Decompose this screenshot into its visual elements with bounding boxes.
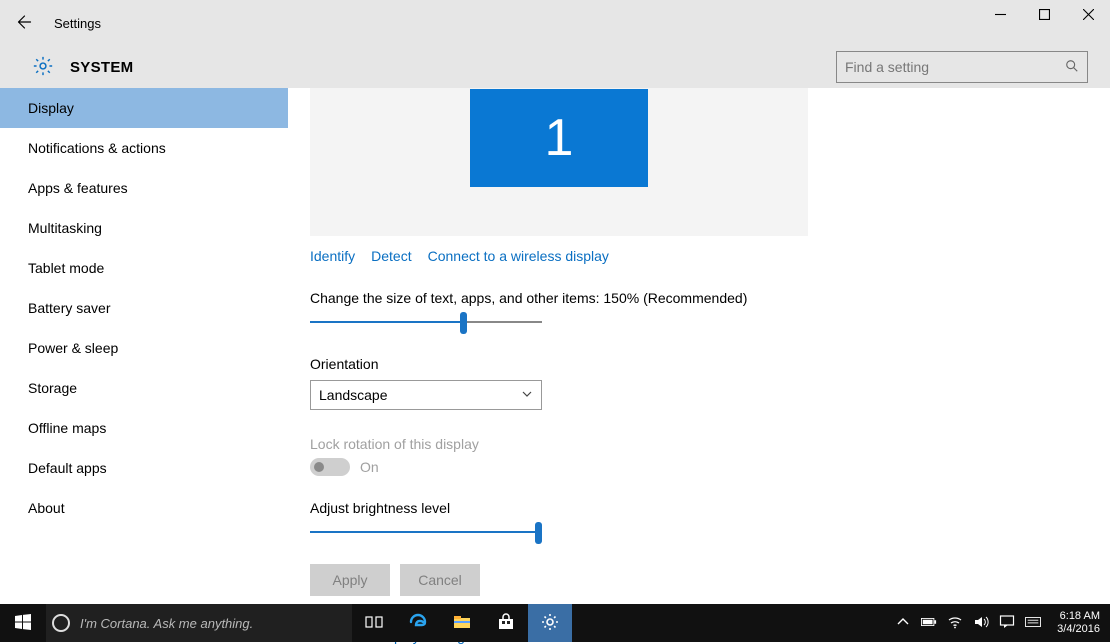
cortana-placeholder: I'm Cortana. Ask me anything. (80, 616, 253, 631)
sidebar-item-storage[interactable]: Storage (0, 368, 288, 408)
slider-thumb[interactable] (535, 522, 542, 544)
sidebar-item-notifications[interactable]: Notifications & actions (0, 128, 288, 168)
sidebar-item-label: Multitasking (28, 220, 102, 236)
content: 1 Identify Detect Connect to a wireless … (288, 88, 1110, 582)
taskbar-app-explorer[interactable] (440, 604, 484, 642)
apply-button[interactable]: Apply (310, 564, 390, 596)
action-center-icon[interactable] (999, 614, 1015, 633)
minimize-icon (995, 7, 1006, 23)
monitor-tile[interactable]: 1 (470, 89, 648, 187)
window-controls (978, 0, 1110, 30)
wifi-icon[interactable] (947, 614, 963, 633)
clock-time: 6:18 AM (1057, 610, 1100, 623)
cancel-button[interactable]: Cancel (400, 564, 480, 596)
sidebar-item-label: Tablet mode (28, 260, 104, 276)
search-box[interactable] (836, 51, 1088, 83)
search-input[interactable] (845, 59, 1065, 75)
wireless-display-link[interactable]: Connect to a wireless display (428, 248, 609, 264)
taskbar-app-store[interactable] (484, 604, 528, 642)
clock-date: 3/4/2016 (1057, 623, 1100, 636)
identify-link[interactable]: Identify (310, 248, 355, 264)
sidebar-item-label: About (28, 500, 65, 516)
tray-chevron-up-icon[interactable] (895, 614, 911, 633)
sidebar-item-about[interactable]: About (0, 488, 288, 528)
gear-icon (540, 612, 560, 635)
window-title: Settings (54, 16, 101, 31)
sidebar-item-multitasking[interactable]: Multitasking (0, 208, 288, 248)
orientation-label: Orientation (310, 356, 1110, 372)
minimize-button[interactable] (978, 0, 1022, 30)
slider-fill (310, 321, 463, 323)
battery-icon[interactable] (921, 614, 937, 633)
cortana-icon (52, 614, 70, 632)
detect-link[interactable]: Detect (371, 248, 411, 264)
sidebar-item-offline-maps[interactable]: Offline maps (0, 408, 288, 448)
apply-label: Apply (332, 572, 367, 588)
system-tray: 6:18 AM 3/4/2016 (895, 604, 1110, 642)
maximize-button[interactable] (1022, 0, 1066, 30)
arrow-left-icon (14, 13, 32, 34)
cancel-label: Cancel (418, 572, 462, 588)
sidebar-item-power[interactable]: Power & sleep (0, 328, 288, 368)
sidebar-item-tablet-mode[interactable]: Tablet mode (0, 248, 288, 288)
cortana-search[interactable]: I'm Cortana. Ask me anything. (46, 604, 352, 642)
clock[interactable]: 6:18 AM 3/4/2016 (1051, 610, 1100, 636)
lock-rotation-toggle[interactable] (310, 458, 350, 476)
edge-icon (408, 612, 428, 635)
brightness-slider[interactable] (310, 524, 542, 542)
scale-slider[interactable] (310, 314, 542, 332)
back-button[interactable] (0, 0, 46, 46)
display-preview: 1 (310, 88, 808, 236)
sidebar-item-display[interactable]: Display (0, 88, 288, 128)
sidebar-item-default-apps[interactable]: Default apps (0, 448, 288, 488)
chevron-down-icon (521, 387, 533, 403)
task-view-icon (364, 612, 384, 635)
store-icon (496, 612, 516, 635)
brightness-label: Adjust brightness level (310, 500, 1110, 516)
sidebar-item-battery[interactable]: Battery saver (0, 288, 288, 328)
orientation-value: Landscape (319, 387, 388, 403)
close-icon (1083, 7, 1094, 23)
monitor-number: 1 (545, 108, 574, 168)
sidebar-item-label: Battery saver (28, 300, 110, 316)
lock-rotation-state: On (360, 459, 379, 475)
folder-icon (452, 612, 472, 635)
page-title: SYSTEM (70, 59, 133, 76)
sidebar-item-label: Display (28, 100, 74, 116)
sidebar-item-label: Offline maps (28, 420, 106, 436)
sidebar-item-label: Notifications & actions (28, 140, 166, 156)
sidebar-item-label: Power & sleep (28, 340, 118, 356)
task-view-button[interactable] (352, 604, 396, 642)
lock-rotation-label: Lock rotation of this display (310, 436, 1110, 452)
taskbar: I'm Cortana. Ask me anything. 6:18 AM 3/… (0, 604, 1110, 642)
toggle-knob (314, 462, 324, 472)
slider-thumb[interactable] (460, 312, 467, 334)
taskbar-app-settings[interactable] (528, 604, 572, 642)
sidebar-item-label: Apps & features (28, 180, 128, 196)
windows-icon (15, 614, 31, 633)
titlebar: Settings (0, 0, 1110, 46)
gear-icon (32, 55, 54, 80)
start-button[interactable] (0, 604, 46, 642)
sidebar-item-apps[interactable]: Apps & features (0, 168, 288, 208)
sidebar: Display Notifications & actions Apps & f… (0, 88, 288, 582)
sidebar-item-label: Default apps (28, 460, 107, 476)
close-button[interactable] (1066, 0, 1110, 30)
volume-icon[interactable] (973, 614, 989, 633)
display-links: Identify Detect Connect to a wireless di… (310, 248, 1110, 264)
maximize-icon (1039, 7, 1050, 23)
header: SYSTEM (0, 46, 1110, 88)
sidebar-item-label: Storage (28, 380, 77, 396)
taskbar-app-edge[interactable] (396, 604, 440, 642)
scale-label: Change the size of text, apps, and other… (310, 290, 1110, 306)
search-icon (1065, 59, 1079, 76)
keyboard-icon[interactable] (1025, 614, 1041, 633)
slider-fill (310, 531, 540, 533)
orientation-dropdown[interactable]: Landscape (310, 380, 542, 410)
main: Display Notifications & actions Apps & f… (0, 88, 1110, 582)
